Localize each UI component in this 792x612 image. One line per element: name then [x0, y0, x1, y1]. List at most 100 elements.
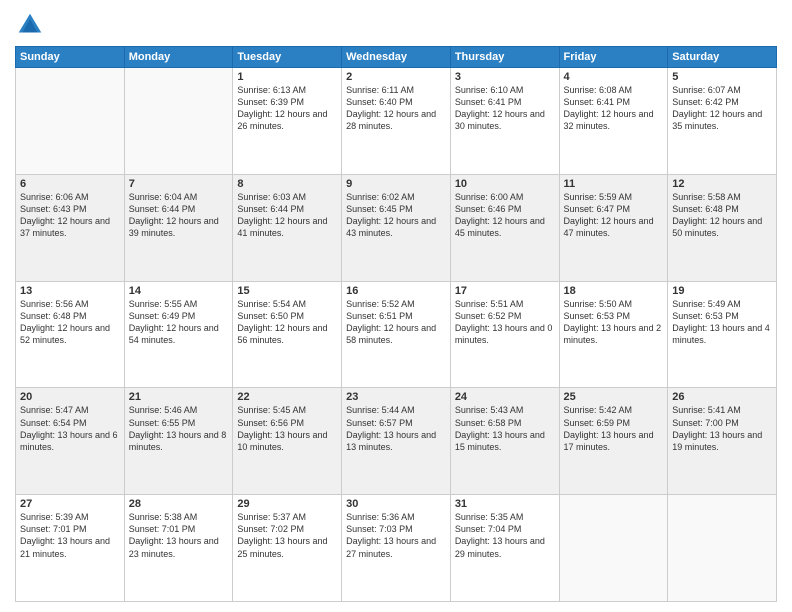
col-tuesday: Tuesday	[233, 47, 342, 68]
day-number: 19	[672, 285, 772, 297]
day-number: 25	[564, 391, 664, 403]
day-info: Sunrise: 6:11 AM Sunset: 6:40 PM Dayligh…	[346, 84, 446, 133]
day-cell: 24Sunrise: 5:43 AM Sunset: 6:58 PM Dayli…	[450, 388, 559, 495]
day-info: Sunrise: 6:07 AM Sunset: 6:42 PM Dayligh…	[672, 84, 772, 133]
logo-icon	[15, 10, 45, 40]
day-info: Sunrise: 6:08 AM Sunset: 6:41 PM Dayligh…	[564, 84, 664, 133]
col-wednesday: Wednesday	[342, 47, 451, 68]
day-info: Sunrise: 6:04 AM Sunset: 6:44 PM Dayligh…	[129, 191, 229, 240]
day-cell: 29Sunrise: 5:37 AM Sunset: 7:02 PM Dayli…	[233, 495, 342, 602]
day-cell	[16, 68, 125, 175]
day-number: 9	[346, 178, 446, 190]
day-info: Sunrise: 5:59 AM Sunset: 6:47 PM Dayligh…	[564, 191, 664, 240]
day-number: 11	[564, 178, 664, 190]
day-number: 4	[564, 71, 664, 83]
day-number: 31	[455, 498, 555, 510]
day-cell: 22Sunrise: 5:45 AM Sunset: 6:56 PM Dayli…	[233, 388, 342, 495]
calendar: Sunday Monday Tuesday Wednesday Thursday…	[15, 46, 777, 602]
day-number: 24	[455, 391, 555, 403]
day-info: Sunrise: 5:45 AM Sunset: 6:56 PM Dayligh…	[237, 404, 337, 453]
col-thursday: Thursday	[450, 47, 559, 68]
day-info: Sunrise: 5:54 AM Sunset: 6:50 PM Dayligh…	[237, 298, 337, 347]
day-number: 3	[455, 71, 555, 83]
day-number: 5	[672, 71, 772, 83]
day-number: 21	[129, 391, 229, 403]
col-saturday: Saturday	[668, 47, 777, 68]
logo	[15, 10, 49, 40]
day-number: 1	[237, 71, 337, 83]
day-cell: 30Sunrise: 5:36 AM Sunset: 7:03 PM Dayli…	[342, 495, 451, 602]
day-cell: 11Sunrise: 5:59 AM Sunset: 6:47 PM Dayli…	[559, 174, 668, 281]
day-number: 23	[346, 391, 446, 403]
day-info: Sunrise: 5:52 AM Sunset: 6:51 PM Dayligh…	[346, 298, 446, 347]
col-friday: Friday	[559, 47, 668, 68]
day-cell: 7Sunrise: 6:04 AM Sunset: 6:44 PM Daylig…	[124, 174, 233, 281]
day-info: Sunrise: 6:00 AM Sunset: 6:46 PM Dayligh…	[455, 191, 555, 240]
day-info: Sunrise: 5:47 AM Sunset: 6:54 PM Dayligh…	[20, 404, 120, 453]
day-number: 17	[455, 285, 555, 297]
day-number: 20	[20, 391, 120, 403]
day-cell	[124, 68, 233, 175]
day-number: 28	[129, 498, 229, 510]
day-info: Sunrise: 5:55 AM Sunset: 6:49 PM Dayligh…	[129, 298, 229, 347]
day-cell: 10Sunrise: 6:00 AM Sunset: 6:46 PM Dayli…	[450, 174, 559, 281]
page: Sunday Monday Tuesday Wednesday Thursday…	[0, 0, 792, 612]
day-info: Sunrise: 5:39 AM Sunset: 7:01 PM Dayligh…	[20, 511, 120, 560]
day-info: Sunrise: 5:44 AM Sunset: 6:57 PM Dayligh…	[346, 404, 446, 453]
day-cell: 20Sunrise: 5:47 AM Sunset: 6:54 PM Dayli…	[16, 388, 125, 495]
day-info: Sunrise: 5:42 AM Sunset: 6:59 PM Dayligh…	[564, 404, 664, 453]
day-cell: 1Sunrise: 6:13 AM Sunset: 6:39 PM Daylig…	[233, 68, 342, 175]
col-sunday: Sunday	[16, 47, 125, 68]
day-info: Sunrise: 5:38 AM Sunset: 7:01 PM Dayligh…	[129, 511, 229, 560]
day-number: 7	[129, 178, 229, 190]
day-cell	[668, 495, 777, 602]
week-row-1: 1Sunrise: 6:13 AM Sunset: 6:39 PM Daylig…	[16, 68, 777, 175]
day-cell: 5Sunrise: 6:07 AM Sunset: 6:42 PM Daylig…	[668, 68, 777, 175]
day-cell: 15Sunrise: 5:54 AM Sunset: 6:50 PM Dayli…	[233, 281, 342, 388]
day-number: 30	[346, 498, 446, 510]
day-cell: 14Sunrise: 5:55 AM Sunset: 6:49 PM Dayli…	[124, 281, 233, 388]
day-number: 10	[455, 178, 555, 190]
day-info: Sunrise: 5:37 AM Sunset: 7:02 PM Dayligh…	[237, 511, 337, 560]
day-cell: 16Sunrise: 5:52 AM Sunset: 6:51 PM Dayli…	[342, 281, 451, 388]
day-cell: 2Sunrise: 6:11 AM Sunset: 6:40 PM Daylig…	[342, 68, 451, 175]
day-cell	[559, 495, 668, 602]
day-info: Sunrise: 5:50 AM Sunset: 6:53 PM Dayligh…	[564, 298, 664, 347]
day-number: 12	[672, 178, 772, 190]
day-number: 22	[237, 391, 337, 403]
day-cell: 31Sunrise: 5:35 AM Sunset: 7:04 PM Dayli…	[450, 495, 559, 602]
header	[15, 10, 777, 40]
day-info: Sunrise: 6:06 AM Sunset: 6:43 PM Dayligh…	[20, 191, 120, 240]
day-number: 27	[20, 498, 120, 510]
day-cell: 23Sunrise: 5:44 AM Sunset: 6:57 PM Dayli…	[342, 388, 451, 495]
day-cell: 9Sunrise: 6:02 AM Sunset: 6:45 PM Daylig…	[342, 174, 451, 281]
day-info: Sunrise: 5:41 AM Sunset: 7:00 PM Dayligh…	[672, 404, 772, 453]
day-cell: 25Sunrise: 5:42 AM Sunset: 6:59 PM Dayli…	[559, 388, 668, 495]
day-cell: 6Sunrise: 6:06 AM Sunset: 6:43 PM Daylig…	[16, 174, 125, 281]
day-number: 15	[237, 285, 337, 297]
day-info: Sunrise: 6:03 AM Sunset: 6:44 PM Dayligh…	[237, 191, 337, 240]
day-info: Sunrise: 5:56 AM Sunset: 6:48 PM Dayligh…	[20, 298, 120, 347]
day-number: 18	[564, 285, 664, 297]
day-info: Sunrise: 5:51 AM Sunset: 6:52 PM Dayligh…	[455, 298, 555, 347]
day-cell: 3Sunrise: 6:10 AM Sunset: 6:41 PM Daylig…	[450, 68, 559, 175]
day-number: 13	[20, 285, 120, 297]
day-info: Sunrise: 5:36 AM Sunset: 7:03 PM Dayligh…	[346, 511, 446, 560]
day-cell: 18Sunrise: 5:50 AM Sunset: 6:53 PM Dayli…	[559, 281, 668, 388]
day-info: Sunrise: 5:49 AM Sunset: 6:53 PM Dayligh…	[672, 298, 772, 347]
day-number: 29	[237, 498, 337, 510]
day-cell: 17Sunrise: 5:51 AM Sunset: 6:52 PM Dayli…	[450, 281, 559, 388]
day-info: Sunrise: 5:58 AM Sunset: 6:48 PM Dayligh…	[672, 191, 772, 240]
day-cell: 12Sunrise: 5:58 AM Sunset: 6:48 PM Dayli…	[668, 174, 777, 281]
day-cell: 19Sunrise: 5:49 AM Sunset: 6:53 PM Dayli…	[668, 281, 777, 388]
day-info: Sunrise: 5:46 AM Sunset: 6:55 PM Dayligh…	[129, 404, 229, 453]
header-row: Sunday Monday Tuesday Wednesday Thursday…	[16, 47, 777, 68]
week-row-2: 6Sunrise: 6:06 AM Sunset: 6:43 PM Daylig…	[16, 174, 777, 281]
day-cell: 4Sunrise: 6:08 AM Sunset: 6:41 PM Daylig…	[559, 68, 668, 175]
day-number: 14	[129, 285, 229, 297]
day-number: 8	[237, 178, 337, 190]
day-number: 2	[346, 71, 446, 83]
day-info: Sunrise: 6:02 AM Sunset: 6:45 PM Dayligh…	[346, 191, 446, 240]
day-cell: 27Sunrise: 5:39 AM Sunset: 7:01 PM Dayli…	[16, 495, 125, 602]
week-row-4: 20Sunrise: 5:47 AM Sunset: 6:54 PM Dayli…	[16, 388, 777, 495]
